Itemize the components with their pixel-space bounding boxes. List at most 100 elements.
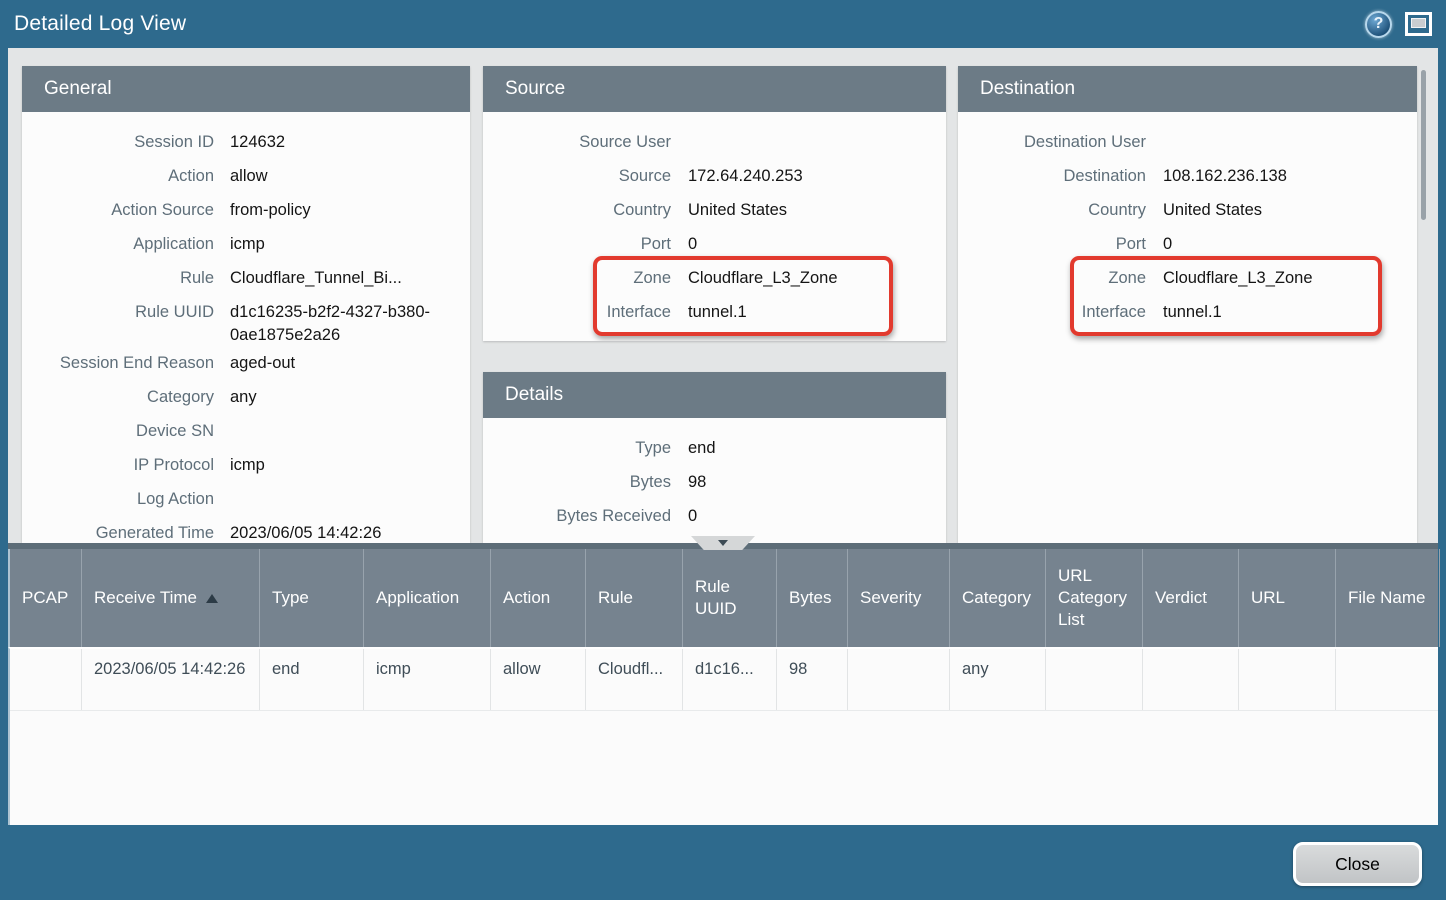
column-header-label: Receive Time [94, 587, 197, 609]
column-header-url-category-list[interactable]: URL Category List [1046, 549, 1143, 647]
source-panel-header: Source [483, 66, 946, 112]
column-header-action[interactable]: Action [491, 549, 586, 647]
field-value: 0 [688, 505, 946, 528]
field-label: Category [22, 386, 230, 409]
log-cell-type: end [260, 649, 364, 710]
field-label: Action [22, 165, 230, 188]
column-header-receive-time[interactable]: Receive Time [82, 549, 260, 647]
field-value: d1c16235-b2f2-4327-b380-0ae1875e2a26 [230, 301, 470, 347]
general-panel: General Session ID124632ActionallowActio… [22, 66, 470, 543]
close-button[interactable]: Close [1293, 842, 1422, 886]
field-row-session-id: Session ID124632 [22, 126, 470, 160]
field-row-bytes-received: Bytes Received0 [483, 500, 946, 534]
field-value: 124632 [230, 131, 470, 154]
field-label: Interface [483, 301, 688, 324]
log-cell-category: any [950, 649, 1046, 710]
field-value: 0 [1163, 233, 1417, 256]
field-label: Session ID [22, 131, 230, 154]
splitter-collapse-handle[interactable] [691, 536, 755, 550]
panel-table-splitter[interactable] [8, 543, 1438, 549]
field-label: Rule [22, 267, 230, 290]
field-value: Cloudflare_L3_Zone [1163, 267, 1417, 290]
field-value: tunnel.1 [1163, 301, 1417, 324]
log-table-row[interactable]: 2023/06/05 14:42:26endicmpallowCloudfl..… [10, 649, 1438, 711]
field-label: Destination User [958, 131, 1163, 154]
column-header-type[interactable]: Type [260, 549, 364, 647]
field-label: Country [483, 199, 688, 222]
column-header-severity[interactable]: Severity [848, 549, 950, 647]
field-row-port: Port0 [958, 228, 1417, 262]
field-label: Action Source [22, 199, 230, 222]
field-value: from-policy [230, 199, 470, 222]
log-cell-rule-uuid: d1c16... [683, 649, 777, 710]
field-value: Cloudflare_Tunnel_Bi... [230, 267, 470, 290]
field-label: Zone [483, 267, 688, 290]
column-header-verdict[interactable]: Verdict [1143, 549, 1239, 647]
dialog-titlebar: Detailed Log View ? [0, 0, 1446, 48]
field-value: 2023/06/05 14:42:26 [230, 522, 470, 543]
field-value: United States [688, 199, 946, 222]
help-icon[interactable]: ? [1365, 11, 1392, 38]
log-cell-url-category-list [1046, 649, 1143, 710]
log-detail-panels-area: General Session ID124632ActionallowActio… [8, 48, 1438, 543]
field-row-port: Port0 [483, 228, 946, 262]
destination-panel: Destination Destination UserDestination1… [958, 66, 1417, 543]
column-header-url[interactable]: URL [1239, 549, 1336, 647]
column-header-application[interactable]: Application [364, 549, 491, 647]
field-label: Application [22, 233, 230, 256]
log-table-header-row: PCAP Receive Time Type Application Action Rul… [8, 549, 1438, 647]
field-row-source: Source172.64.240.253 [483, 160, 946, 194]
field-value: end [688, 437, 946, 460]
field-row-destination-user: Destination User [958, 126, 1417, 160]
log-table-body: 2023/06/05 14:42:26endicmpallowCloudfl..… [8, 647, 1438, 825]
field-row-type: Typeend [483, 432, 946, 466]
field-row-ip-protocol: IP Protocolicmp [22, 449, 470, 483]
field-label: IP Protocol [22, 454, 230, 477]
field-label: Zone [958, 267, 1163, 290]
window-popout-icon-inner [1411, 18, 1426, 28]
field-row-rule: RuleCloudflare_Tunnel_Bi... [22, 262, 470, 296]
log-cell-url [1239, 649, 1336, 710]
field-label: Interface [958, 301, 1163, 324]
column-header-label: File Name [1348, 587, 1425, 609]
field-label: Session End Reason [22, 352, 230, 375]
detailed-log-view-dialog: { "window": { "title": "Detailed Log Vie… [0, 0, 1446, 900]
field-row-category: Categoryany [22, 381, 470, 415]
field-row-country: CountryUnited States [958, 194, 1417, 228]
field-label: Source User [483, 131, 688, 154]
field-value: Cloudflare_L3_Zone [688, 267, 946, 290]
column-header-rule-uuid[interactable]: Rule UUID [683, 549, 777, 647]
column-header-rule[interactable]: Rule [586, 549, 683, 647]
dialog-content: General Session ID124632ActionallowActio… [8, 48, 1438, 825]
column-header-label: Type [272, 587, 309, 609]
log-cell-verdict [1143, 649, 1239, 710]
titlebar-icons: ? [1365, 11, 1432, 38]
field-label: Country [958, 199, 1163, 222]
field-label: Source [483, 165, 688, 188]
column-header-label: Application [376, 587, 459, 609]
panels-scrollbar-thumb[interactable] [1421, 70, 1426, 220]
sort-ascending-icon [206, 594, 218, 603]
destination-panel-header: Destination [958, 66, 1417, 112]
column-header-label: PCAP [22, 587, 68, 609]
details-panel-header: Details [483, 372, 946, 418]
field-value: icmp [230, 454, 470, 477]
field-row-zone: ZoneCloudflare_L3_Zone [483, 262, 946, 296]
source-panel: Source Source User Source172.64.240.253 Co… [483, 66, 946, 341]
column-header-pcap[interactable]: PCAP [10, 549, 82, 647]
column-header-file-name[interactable]: File Name [1336, 549, 1440, 647]
field-label: Port [958, 233, 1163, 256]
field-row-source-user: Source User [483, 126, 946, 160]
details-panel: Details TypeendBytes98Bytes Received0 [483, 372, 946, 543]
window-popout-icon[interactable] [1405, 12, 1432, 36]
field-value: any [230, 386, 470, 409]
log-cell-application: icmp [364, 649, 491, 710]
column-header-category[interactable]: Category [950, 549, 1046, 647]
log-cell-file-name [1336, 649, 1438, 710]
column-header-bytes[interactable]: Bytes [777, 549, 848, 647]
field-value: 98 [688, 471, 946, 494]
column-header-label: Action [503, 587, 550, 609]
column-header-label: Verdict [1155, 587, 1207, 609]
log-cell-rule: Cloudfl... [586, 649, 683, 710]
field-row-session-end-reason: Session End Reasonaged-out [22, 347, 470, 381]
